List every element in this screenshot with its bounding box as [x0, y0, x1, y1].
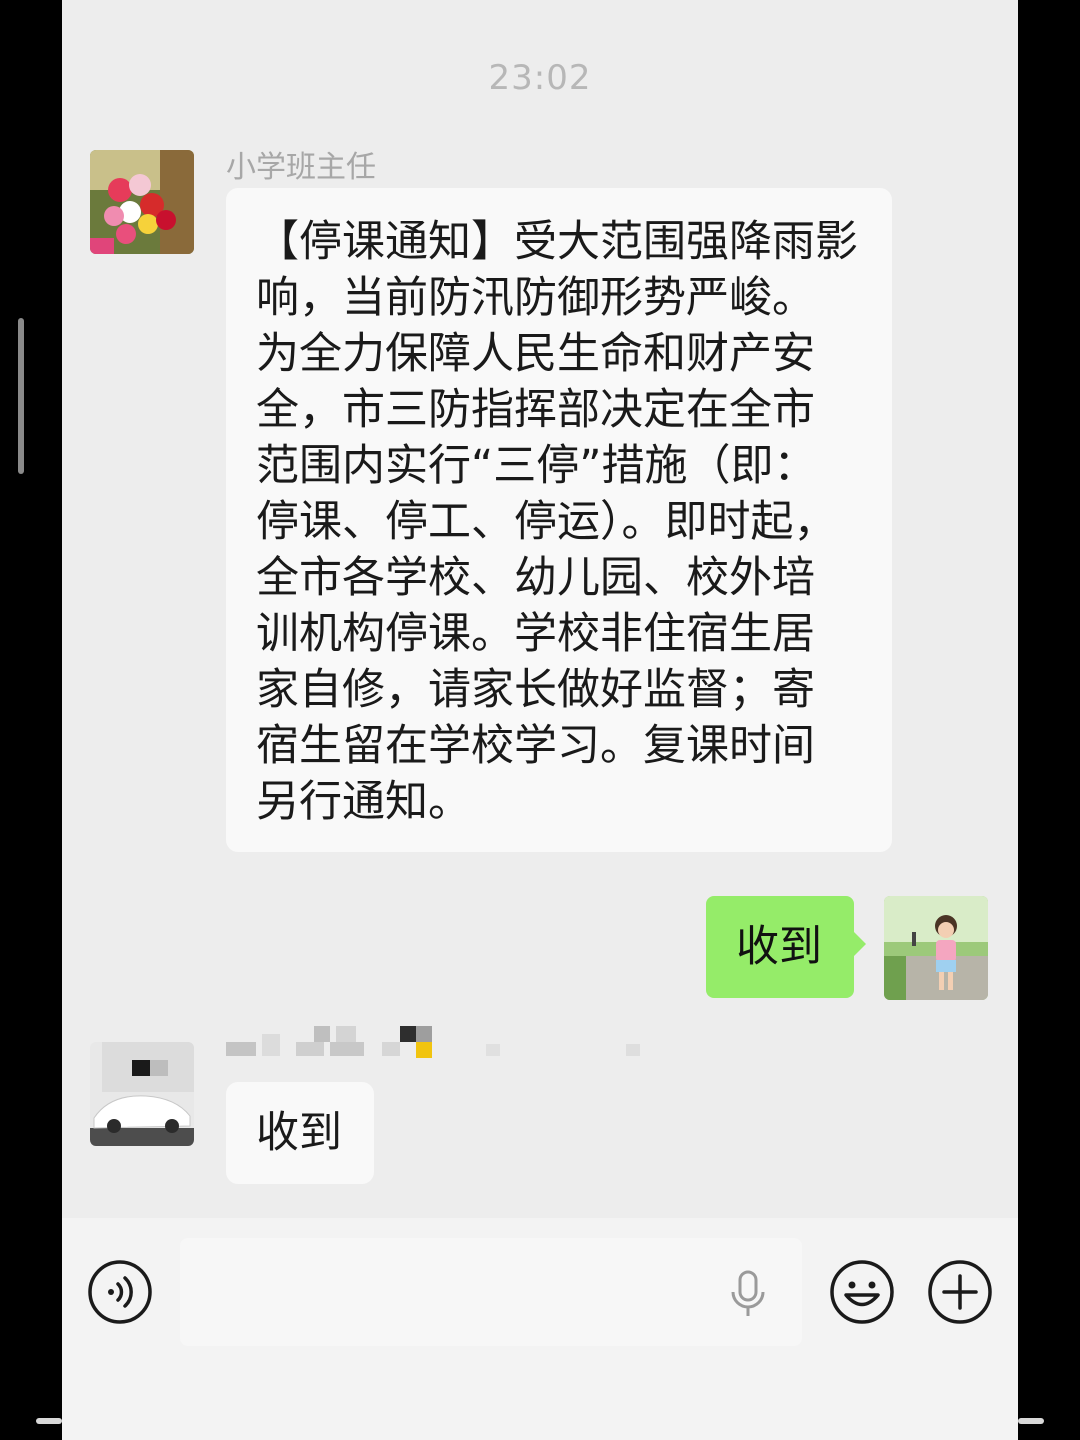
blur-pixel: [296, 1042, 324, 1056]
notice-line: 为全力保障人民生命和财产安: [256, 329, 815, 379]
emoji-icon: [830, 1260, 894, 1324]
notice-line: 响，当前防汛防御形势严峻。: [256, 273, 815, 323]
edge-indicator-left: [36, 1418, 62, 1424]
plus-icon: [928, 1260, 992, 1324]
notice-text: 【停课通知】受大范围强降雨影 响，当前防汛防御形势严峻。 为全力保障人民生命和财…: [256, 214, 876, 830]
microphone-icon: [731, 1270, 765, 1316]
my-avatar[interactable]: [884, 896, 988, 1000]
blur-pixel: [382, 1042, 400, 1056]
notice-line: 宿生留在学校学习。复课时间: [256, 721, 815, 771]
notice-line: 【停课通知】受大范围强降雨影: [256, 217, 858, 267]
obscured-sender-name: [226, 1024, 646, 1060]
notice-line: 训机构停课。学校非住宿生居: [256, 609, 815, 659]
outgoing-message-text: 收到: [736, 922, 822, 972]
chat-input-bar: [62, 1218, 1018, 1440]
sender-avatar-teacher[interactable]: [90, 150, 194, 254]
message-bubble-incoming[interactable]: 收到: [226, 1082, 374, 1184]
voice-mode-icon: [88, 1260, 152, 1324]
notice-line: 另行通知。: [256, 777, 471, 827]
notice-line: 范围内实行“三停”措施（即：: [256, 441, 817, 491]
blur-pixel: [626, 1044, 640, 1056]
blur-pixel: [226, 1042, 256, 1056]
child-photo-avatar-image: [884, 896, 988, 1000]
blur-pixel: [486, 1044, 500, 1056]
flower-bouquet-avatar-image: [90, 150, 194, 254]
blur-pixel: [336, 1026, 356, 1042]
sender-avatar-obscured[interactable]: [90, 1042, 194, 1146]
emoji-button[interactable]: [828, 1258, 896, 1326]
message-input[interactable]: [180, 1238, 802, 1346]
blur-pixel: [416, 1042, 432, 1058]
microphone-button[interactable]: [728, 1270, 768, 1318]
blur-pixel: [330, 1042, 364, 1056]
message-timestamp: 23:02: [488, 58, 592, 98]
sender-name: 小学班主任: [226, 150, 376, 185]
blur-pixel: [416, 1026, 432, 1042]
notice-line: 全市各学校、幼儿园、校外培: [256, 553, 815, 603]
blur-pixel: [314, 1026, 330, 1042]
chat-screen: 23:02 小学班主任 【停课通知】受大范围强降雨影 响，当前防汛防御形势严峻。…: [62, 0, 1018, 1440]
more-button[interactable]: [926, 1258, 994, 1326]
edge-indicator-right: [1018, 1418, 1044, 1424]
notice-line: 全，市三防指挥部决定在全市: [256, 385, 815, 435]
notice-line: 家自修，请家长做好监督；寄: [256, 665, 815, 715]
message-bubble-notice[interactable]: 【停课通知】受大范围强降雨影 响，当前防汛防御形势严峻。 为全力保障人民生命和财…: [226, 188, 892, 852]
car-photo-avatar-image: [90, 1042, 194, 1146]
message-bubble-outgoing[interactable]: 收到: [706, 896, 866, 998]
incoming-message-text: 收到: [256, 1108, 342, 1158]
scroll-indicator[interactable]: [18, 318, 24, 474]
blur-pixel: [262, 1034, 280, 1056]
blur-pixel: [400, 1026, 416, 1042]
notice-line: 停课、停工、停运）。即时起，: [256, 497, 837, 547]
voice-mode-button[interactable]: [86, 1258, 154, 1326]
